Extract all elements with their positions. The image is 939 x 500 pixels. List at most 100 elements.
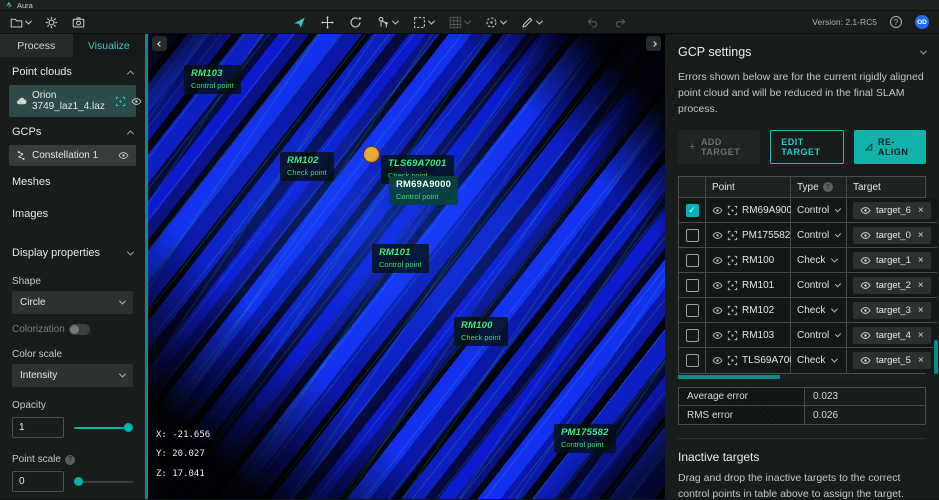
remove-target-icon[interactable] bbox=[918, 355, 924, 366]
row-checkbox-cell[interactable] bbox=[679, 198, 706, 223]
circle-select-tool-button[interactable] bbox=[484, 16, 505, 29]
eye-icon[interactable] bbox=[712, 355, 723, 366]
help-icon[interactable] bbox=[890, 16, 902, 28]
eye-icon[interactable] bbox=[712, 230, 723, 241]
section-point-clouds[interactable]: Point clouds bbox=[0, 57, 145, 85]
type-dropdown[interactable]: Control bbox=[791, 198, 847, 223]
panel-vertical-scrollbar[interactable] bbox=[934, 34, 938, 499]
grid-tool-button[interactable] bbox=[448, 16, 469, 29]
section-gcps[interactable]: GCPs bbox=[0, 117, 145, 145]
screenshot-button[interactable] bbox=[72, 16, 85, 29]
eye-icon[interactable] bbox=[860, 355, 871, 366]
type-dropdown[interactable]: Control bbox=[791, 223, 847, 248]
row-checkbox-cell[interactable] bbox=[679, 298, 706, 323]
colorization-toggle[interactable] bbox=[69, 324, 90, 335]
edit-target-button[interactable]: EDIT TARGET bbox=[770, 130, 844, 164]
constellation-item[interactable]: Constellation 1 bbox=[9, 145, 136, 166]
user-avatar[interactable]: OD bbox=[915, 15, 929, 29]
focus-crosshair-icon[interactable] bbox=[727, 355, 738, 366]
type-dropdown[interactable]: Check bbox=[791, 298, 847, 323]
remove-target-icon[interactable] bbox=[918, 255, 924, 266]
eye-icon[interactable] bbox=[118, 150, 129, 161]
type-dropdown[interactable]: Check bbox=[791, 348, 847, 373]
orbit-tool-button[interactable] bbox=[348, 16, 361, 29]
target-chip[interactable]: target_0 bbox=[853, 227, 931, 244]
focus-crosshair-icon[interactable] bbox=[727, 230, 738, 241]
row-checkbox[interactable] bbox=[686, 354, 699, 367]
row-checkbox-cell[interactable] bbox=[679, 348, 706, 373]
point-cloud-viewport[interactable]: RM103 Control point RM102 Check point TL… bbox=[148, 34, 665, 499]
target-chip[interactable]: target_1 bbox=[853, 252, 931, 269]
eye-icon[interactable] bbox=[712, 280, 723, 291]
row-checkbox[interactable] bbox=[686, 304, 699, 317]
focus-crosshair-icon[interactable] bbox=[727, 305, 738, 316]
measure-tool-button[interactable] bbox=[520, 16, 541, 29]
undo-button[interactable] bbox=[585, 16, 598, 29]
row-checkbox[interactable] bbox=[686, 279, 699, 292]
gcp-marker-label[interactable]: RM101 Control point bbox=[372, 244, 429, 273]
remove-target-icon[interactable] bbox=[918, 305, 924, 316]
navigate-tool-button[interactable] bbox=[292, 16, 305, 29]
eye-icon[interactable] bbox=[712, 305, 723, 316]
section-display-properties[interactable]: Display properties bbox=[0, 238, 145, 266]
tab-process[interactable]: Process bbox=[0, 34, 73, 57]
tab-visualize[interactable]: Visualize bbox=[73, 34, 146, 57]
re-align-button[interactable]: RE-ALIGN bbox=[854, 130, 926, 164]
settings-button[interactable] bbox=[45, 16, 58, 29]
color-scale-select[interactable]: Intensity bbox=[12, 364, 133, 387]
eye-icon[interactable] bbox=[712, 330, 723, 341]
row-checkbox-cell[interactable] bbox=[679, 248, 706, 273]
point-cloud-item[interactable]: Orion 3749_laz1_4.laz bbox=[9, 85, 136, 117]
table-horizontal-scrollbar[interactable] bbox=[678, 375, 926, 379]
point-scale-input[interactable] bbox=[12, 471, 64, 492]
type-dropdown[interactable]: Check bbox=[791, 248, 847, 273]
remove-target-icon[interactable] bbox=[918, 330, 924, 341]
collapse-right-panel-button[interactable] bbox=[646, 36, 661, 51]
type-dropdown[interactable]: Control bbox=[791, 273, 847, 298]
redo-button[interactable] bbox=[613, 16, 626, 29]
focus-crosshair-icon[interactable] bbox=[727, 205, 738, 216]
eye-icon[interactable] bbox=[860, 255, 871, 266]
focus-crosshair-icon[interactable] bbox=[727, 280, 738, 291]
focus-crosshair-icon[interactable] bbox=[727, 255, 738, 266]
gcp-marker-label[interactable]: PM175582 Control point bbox=[554, 424, 616, 453]
gcp-marker-label[interactable]: RM100 Check point bbox=[454, 317, 508, 346]
box-select-tool-button[interactable] bbox=[412, 16, 433, 29]
gcp-marker-label[interactable]: RM102 Check point bbox=[280, 152, 334, 181]
row-checkbox[interactable] bbox=[686, 329, 699, 342]
eye-icon[interactable] bbox=[712, 255, 723, 266]
eye-icon[interactable] bbox=[131, 96, 142, 107]
row-checkbox-cell[interactable] bbox=[679, 323, 706, 348]
eye-icon[interactable] bbox=[860, 280, 871, 291]
gcp-marker-label[interactable]: RM103 Control point bbox=[184, 65, 241, 94]
target-chip[interactable]: target_2 bbox=[853, 277, 931, 294]
eye-icon[interactable] bbox=[860, 230, 871, 241]
chevron-down-icon[interactable] bbox=[920, 47, 927, 54]
target-chip[interactable]: target_5 bbox=[853, 352, 931, 369]
eye-icon[interactable] bbox=[860, 205, 871, 216]
eye-icon[interactable] bbox=[712, 205, 723, 216]
row-checkbox[interactable] bbox=[686, 229, 699, 242]
point-scale-slider[interactable] bbox=[74, 477, 133, 486]
remove-target-icon[interactable] bbox=[918, 280, 924, 291]
remove-target-icon[interactable] bbox=[918, 205, 924, 216]
remove-target-icon[interactable] bbox=[918, 230, 924, 241]
help-icon[interactable] bbox=[65, 455, 75, 465]
collapse-left-panel-button[interactable] bbox=[152, 36, 167, 51]
row-checkbox-cell[interactable] bbox=[679, 223, 706, 248]
focus-crosshair-icon[interactable] bbox=[115, 96, 126, 107]
eye-icon[interactable] bbox=[860, 330, 871, 341]
opacity-slider[interactable] bbox=[74, 423, 133, 432]
help-icon[interactable] bbox=[823, 182, 833, 192]
open-project-button[interactable] bbox=[10, 16, 31, 29]
target-chip[interactable]: target_3 bbox=[853, 302, 931, 319]
eye-icon[interactable] bbox=[860, 305, 871, 316]
row-checkbox[interactable] bbox=[686, 204, 699, 217]
type-dropdown[interactable]: Control bbox=[791, 323, 847, 348]
shape-select[interactable]: Circle bbox=[12, 291, 133, 314]
gcp-marker-label-selected[interactable]: RM69A9000 Control point bbox=[389, 176, 458, 205]
section-meshes[interactable]: Meshes bbox=[0, 166, 145, 198]
pan-tool-button[interactable] bbox=[320, 16, 333, 29]
row-checkbox[interactable] bbox=[686, 254, 699, 267]
focus-crosshair-icon[interactable] bbox=[727, 330, 738, 341]
